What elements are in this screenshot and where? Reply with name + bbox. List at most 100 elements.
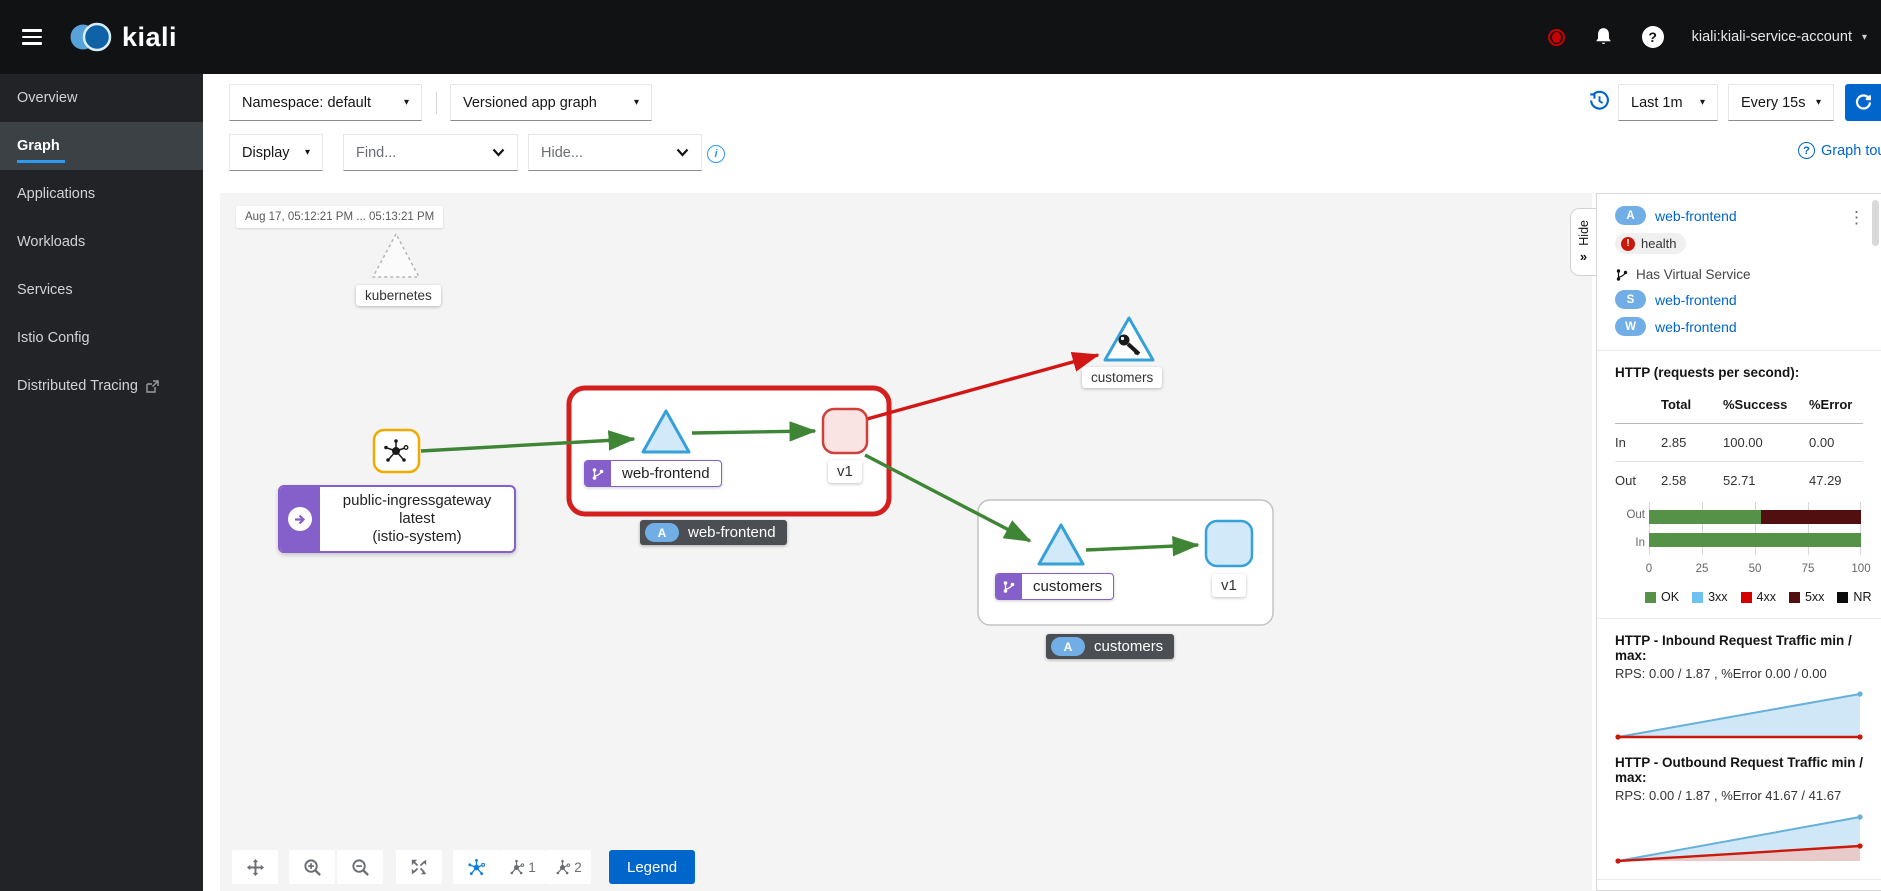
sidebar-item-applications[interactable]: Applications [0,170,203,218]
bar-out-ok-segment [1649,510,1761,524]
edge-web-frontend-to-v1[interactable] [692,431,815,433]
arrow-right-icon [288,507,312,531]
zoom-in-button[interactable] [289,850,335,884]
notifications-bell-icon[interactable] [1593,26,1614,48]
hide-input-box [528,134,702,171]
display-dropdown[interactable]: Display ▾ [229,134,323,171]
refresh-interval-value: Every 15s [1741,95,1805,111]
graph-layout-2-icon [554,859,571,876]
chevron-down-icon: ▾ [634,97,639,108]
graph-tour-link[interactable]: ? Graph tour [1798,142,1881,159]
chevron-down-icon[interactable] [492,148,505,157]
graph-type-value: Versioned app graph [463,95,597,111]
health-badge[interactable]: ! health [1615,233,1686,254]
virtual-service-row: Has Virtual Service [1615,267,1863,282]
customers-v1-node[interactable] [1206,521,1252,566]
find-hide-info-icon[interactable]: i [707,145,725,163]
layout-default-button[interactable] [453,850,499,884]
chevron-down-icon: ▾ [1700,97,1705,108]
graph-tour-label: Graph tour [1821,143,1881,159]
col-success: %Success [1723,386,1809,424]
fit-to-screen-button[interactable] [396,850,442,884]
graph-canvas[interactable]: Aug 17, 05:12:21 PM ... 05:13:21 PM kube… [220,193,1592,891]
layout-1-button[interactable]: 1 [499,850,545,884]
graph-controls-toolbar: 1 2 Legend [232,850,695,884]
layout-2-count: 2 [574,860,582,875]
panel-divider [1597,879,1881,880]
time-range-history-icon[interactable] [1589,90,1610,111]
graph-layout-icon [467,858,486,877]
zoom-out-button[interactable] [337,850,383,884]
customers-service-label[interactable]: customers [1082,367,1162,388]
virtual-service-icon [1615,268,1629,282]
kebab-menu-icon[interactable]: ⋮ [1848,208,1865,228]
app-link[interactable]: web-frontend [1655,208,1737,224]
refresh-button[interactable] [1845,84,1881,121]
expand-arrows-icon [410,858,428,876]
bar-in-ok-segment [1649,533,1861,547]
find-input[interactable] [356,145,492,161]
sidebar-item-overview[interactable]: Overview [0,74,203,122]
account-menu[interactable]: kiali:kiali-service-account ▾ [1692,29,1867,45]
pan-button[interactable] [232,850,278,884]
public-ingressgateway-label[interactable]: public-ingressgateway latest (istio-syst… [278,485,516,553]
exclamation-circle-icon: ! [1621,237,1635,251]
web-frontend-group-label[interactable]: A web-frontend [640,520,787,545]
zoom-in-icon [303,858,322,877]
service-link[interactable]: web-frontend [1655,292,1737,308]
http-heading: HTTP (requests per second): [1615,365,1863,380]
sidebar-item-graph[interactable]: Graph [0,122,203,170]
row-in-label: In [1615,424,1661,462]
sidebar-item-distributed-tracing[interactable]: Distributed Tracing [0,362,203,410]
customers-group-label[interactable]: A customers [1046,634,1174,659]
web-frontend-v1-node[interactable] [823,409,867,453]
chevron-down-icon[interactable] [676,148,689,157]
traffic-status-chart: Out In [1615,507,1863,555]
find-input-box [343,134,518,171]
panel-scrollbar[interactable] [1872,200,1879,246]
edge-v1-to-customers-service[interactable] [867,355,1098,419]
top-navbar: kiali ? kiali:kiali-service-account ▾ [0,0,1881,74]
kiali-logo-icon [68,18,114,56]
web-frontend-app-label[interactable]: web-frontend [584,460,722,487]
row-in-error: 0.00 [1809,424,1863,462]
sidebar-item-workloads[interactable]: Workloads [0,218,203,266]
row-out-label: Out [1615,462,1661,499]
customers-app-label[interactable]: customers [995,573,1114,600]
app-badge: A [1615,206,1646,225]
graph-layout-1-icon [508,859,525,876]
refresh-interval-select[interactable]: Every 15s ▾ [1728,84,1834,121]
app-title-row: A web-frontend [1615,206,1863,225]
layout-1-count: 1 [528,860,536,875]
bar-chart-x-axis: 0 25 50 75 100 [1649,563,1861,578]
kiali-logo[interactable]: kiali [68,18,177,56]
layout-2-button[interactable]: 2 [545,850,591,884]
sidebar-item-istio-config[interactable]: Istio Config [0,314,203,362]
row-out-success: 52.71 [1723,462,1809,499]
web-frontend-v1-label[interactable]: v1 [828,460,862,483]
chevron-down-icon: ▾ [1816,97,1821,108]
workload-badge: W [1615,317,1646,336]
namespace-select[interactable]: Namespace: default ▾ [229,84,422,121]
hide-input[interactable] [541,145,676,161]
kiali-app: kiali ? kiali:kiali-service-account ▾ Ov… [0,0,1881,891]
hamburger-menu-icon[interactable] [22,29,42,45]
sidebar-item-services[interactable]: Services [0,266,203,314]
toolbar-divider [436,92,437,114]
help-icon[interactable]: ? [1642,26,1664,48]
customers-group-label-text: customers [1094,638,1163,655]
kubernetes-node[interactable] [373,234,419,277]
mesh-status-indicator-icon[interactable] [1548,29,1565,46]
kubernetes-node-label[interactable]: kubernetes [356,285,441,306]
legend-button[interactable]: Legend [609,850,695,884]
app-badge: A [645,523,679,542]
duration-select[interactable]: Last 1m ▾ [1618,84,1718,121]
workload-row: W web-frontend [1615,317,1863,336]
workload-link[interactable]: web-frontend [1655,319,1737,335]
service-row: S web-frontend [1615,290,1863,309]
customers-v1-label[interactable]: v1 [1212,574,1246,597]
virtual-service-badge-icon [996,574,1022,599]
hide-panel-tab[interactable]: Hide » [1570,208,1596,276]
hide-tab-label: Hide [1577,220,1591,246]
graph-type-select[interactable]: Versioned app graph ▾ [450,84,652,121]
